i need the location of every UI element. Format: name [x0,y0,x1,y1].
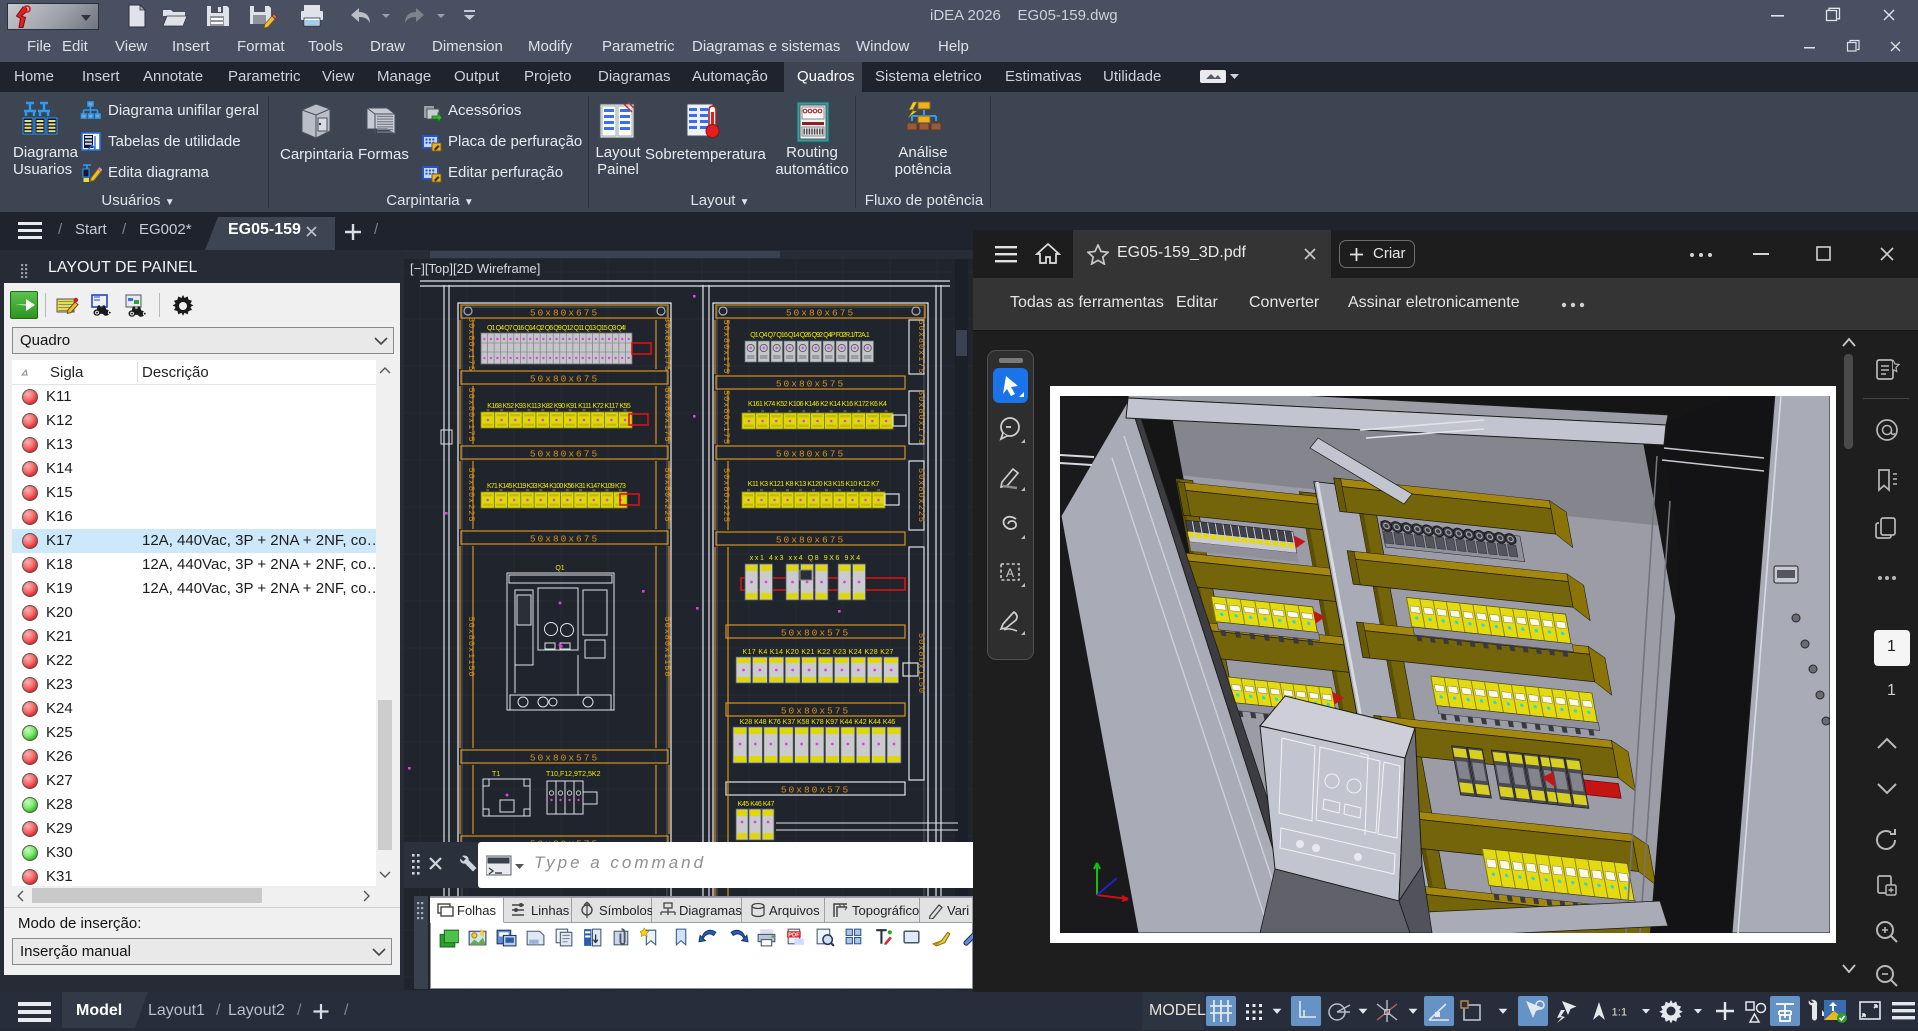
svg-text:50x80x675: 50x80x675 [530,534,599,545]
svg-text:K168 K52 K93 K113 K82 K90 K91: K168 K52 K93 K113 K82 K90 K91 K111 K72 K… [487,403,631,410]
svg-text:PDF: PDF [788,932,800,938]
svg-text:50x80x675: 50x80x675 [530,374,599,385]
svg-text:50x80x675: 50x80x675 [530,449,599,460]
svg-text:1:1: 1:1 [1611,1006,1627,1018]
svg-text:Q1 Q4 Q7 Q16 Q14 Q2 Q6 Q9 Q12: Q1 Q4 Q7 Q16 Q14 Q2 Q6 Q9 Q12 Q11 Q13 Q1… [487,325,626,332]
svg-text:K17 K4 K14 K20 K21 K22 K23 K24: K17 K4 K14 K20 K21 K22 K23 K24 K28 K27 [743,649,894,656]
svg-text:T1: T1 [492,771,500,778]
svg-text:Q1: Q1 [555,565,564,572]
svg-text:50x80x575: 50x80x575 [776,379,845,390]
svg-text:A: A [1006,566,1014,580]
svg-text:50x80x225: 50x80x225 [466,468,476,523]
svg-text:T10,F12,9T2,5K2: T10,F12,9T2,5K2 [546,771,601,778]
svg-text:50x80x1150: 50x80x1150 [662,616,672,677]
svg-text:50x80x575: 50x80x575 [781,628,850,639]
svg-text:K161 K74 K52 K106 K146 K2 K14: K161 K74 K52 K106 K146 K2 K14 K16 K172 K… [748,401,887,408]
svg-text:50x80x575: 50x80x575 [530,753,599,764]
svg-text:K45 K46 K47: K45 K46 K47 [738,801,775,808]
svg-text:50x80x675: 50x80x675 [530,308,599,319]
svg-text:50x80x675: 50x80x675 [776,535,845,546]
svg-text:50x80x225: 50x80x225 [721,468,731,523]
svg-text:K11 K3 K121 K8 K13 K120 K3 K15: K11 K3 K121 K8 K13 K120 K3 K15 K10 K12 K… [748,481,880,488]
svg-text:50x80x175: 50x80x175 [466,388,476,443]
svg-text:50x80x175: 50x80x175 [662,317,672,372]
svg-text:[−][Top][2D Wireframe]: [−][Top][2D Wireframe] [410,261,540,276]
svg-text:50x80x675: 50x80x675 [786,308,855,319]
svg-text:50x80x675: 50x80x675 [776,449,845,460]
svg-text:50x80x575: 50x80x575 [781,785,850,796]
svg-text:K71 K145 K119 K33 K34 K100 K56: K71 K145 K119 K33 K34 K100 K56 K31 K147 … [487,483,626,490]
svg-text:50x80x175: 50x80x175 [466,317,476,372]
svg-text:50x80x175: 50x80x175 [916,320,926,375]
svg-text:K28 K48 K76 K37 K58 K78 K97 K4: K28 K48 K76 K37 K58 K78 K97 K44 K42 K44 … [740,719,896,726]
svg-text:50x80x225: 50x80x225 [662,468,672,523]
svg-text:50x80x1150: 50x80x1150 [466,616,476,677]
svg-text:50x80x175: 50x80x175 [916,390,926,445]
svg-text:50x80x175: 50x80x175 [721,390,731,445]
svg-text:50x80x175: 50x80x175 [662,388,672,443]
svg-text:50x80x175: 50x80x175 [721,320,731,375]
svg-text:50x80x225: 50x80x225 [916,468,926,523]
svg-text:xx1 4x3 xx4 Q8 9X6 9X4: xx1 4x3 xx4 Q8 9X6 9X4 [750,555,860,562]
svg-text:50x80x575: 50x80x575 [781,706,850,717]
svg-text:Q1 Q4 Q7 Q16 Q14 Q26 Q92 Q4P F: Q1 Q4 Q7 Q16 Q14 Q26 Q92 Q4P F02R.1/T2A.… [750,332,870,339]
